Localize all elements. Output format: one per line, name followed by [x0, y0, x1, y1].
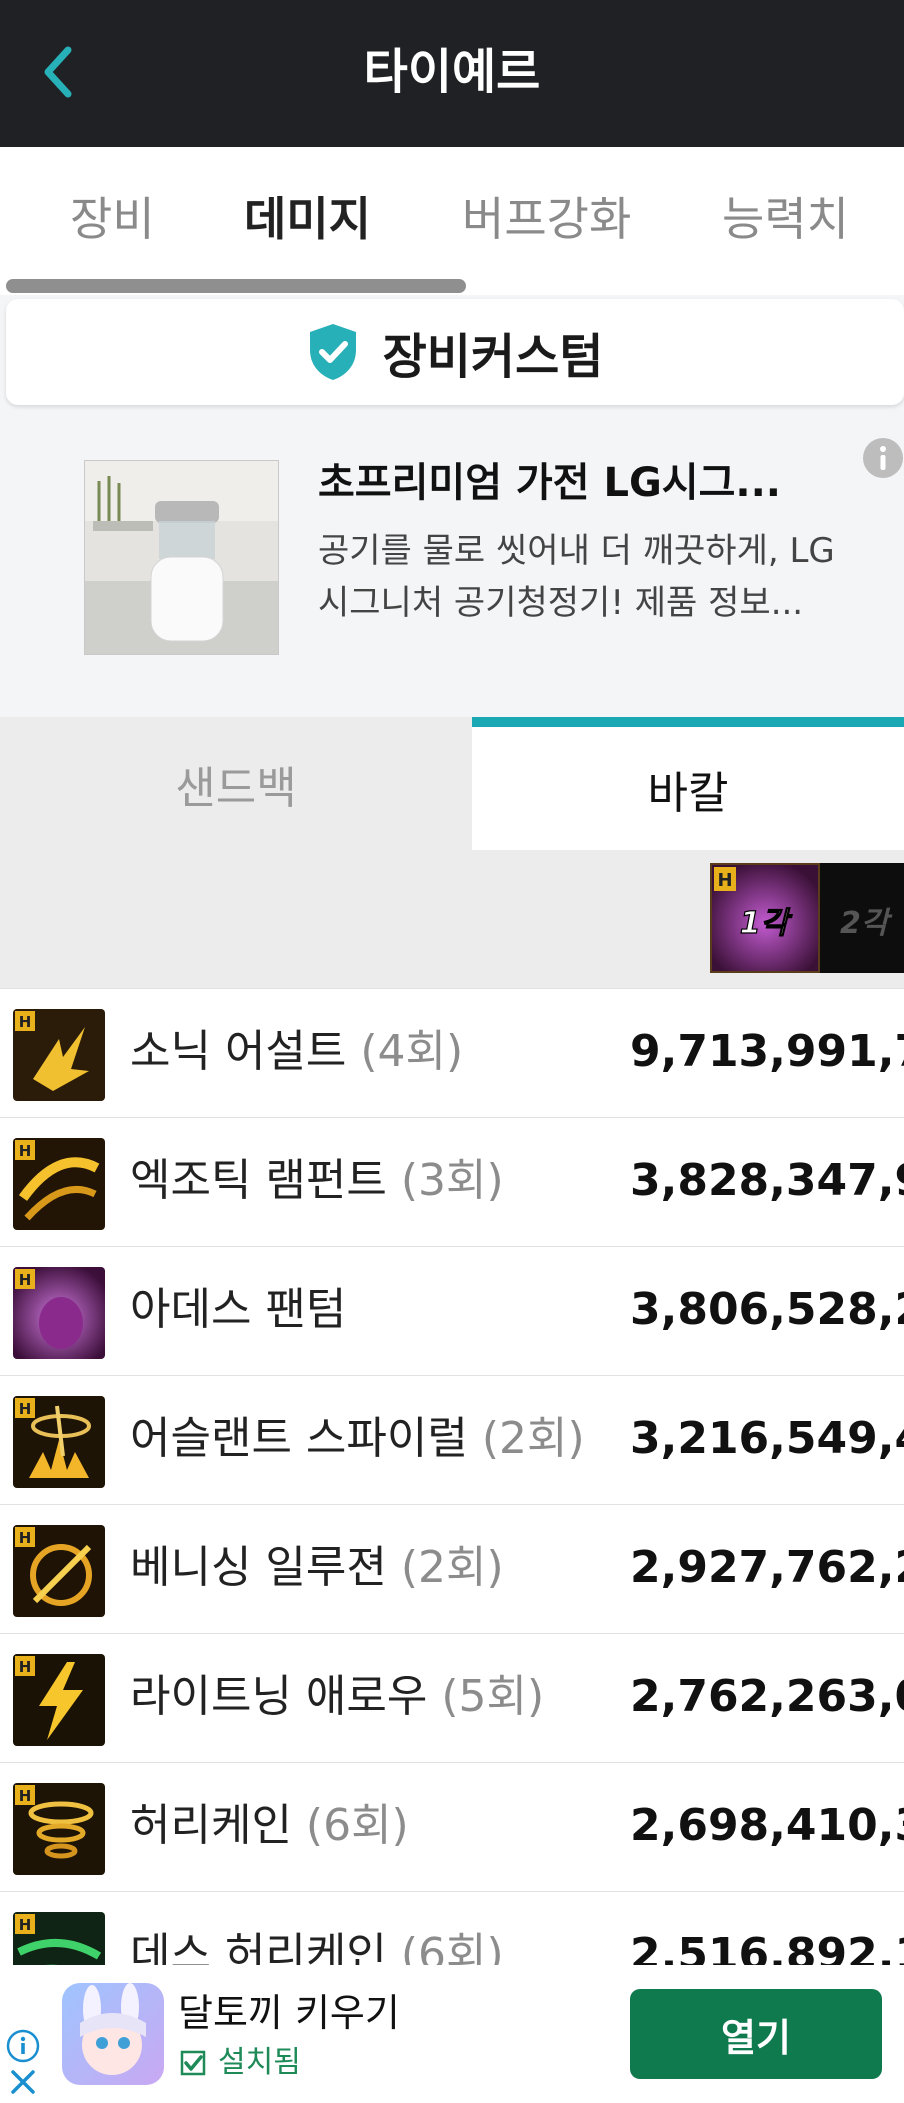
skill-hit-count: (6회) [305, 1800, 409, 1851]
svg-text:H: H [717, 870, 732, 891]
banner-app-name[interactable]: 달토끼 키우기 [178, 1987, 400, 2039]
ad-title[interactable]: 초프리미엄 가전 LG시그... [318, 455, 838, 511]
skill-name: 엑조틱 램펀트 (3회) [130, 1148, 504, 1214]
skill-hit-count: (2회) [400, 1542, 504, 1593]
table-row[interactable]: H 라이트닝 애로우 (5회) 2,762,263,005 [0, 1633, 904, 1762]
skill-damage: 3,828,347,937 [630, 1155, 904, 1206]
main-tabs: 장비 데미지 버프강화 능력치 [0, 147, 904, 295]
skill-name-text: 허리케인 [130, 1800, 292, 1851]
skill-damage-list: H 소닉 어설트 (4회) 9,713,991,700 H 엑조틱 램펀트 (3… [0, 988, 904, 2020]
svg-text:H: H [19, 1916, 32, 1934]
custom-section: 장비커스텀 [0, 295, 904, 425]
awakening-1-icon: H 1각 [710, 863, 820, 973]
table-row[interactable]: H 엑조틱 램펀트 (3회) 3,828,347,937 [0, 1117, 904, 1246]
target-selector: 샌드백 바칼 [0, 717, 904, 850]
svg-text:H: H [19, 1658, 32, 1676]
skill-name-text: 소닉 어설트 [130, 1026, 347, 1077]
custom-label: 장비커스텀 [382, 329, 604, 385]
skill-name-text: 라이트닝 애로우 [130, 1671, 428, 1722]
custom-inner: 장비커스텀 [6, 299, 904, 405]
close-icon[interactable] [8, 2067, 38, 2097]
awakening-2-icon: 2각 [820, 863, 904, 973]
vanishing-illusion-icon: H [13, 1525, 105, 1617]
skill-damage: 3,806,528,268 [630, 1284, 904, 1335]
svg-text:H: H [19, 1787, 32, 1805]
skill-name-text: 엑조틱 램펀트 [130, 1155, 387, 1206]
svg-text:H: H [19, 1529, 32, 1547]
skill-name: 라이트닝 애로우 (5회) [130, 1664, 544, 1730]
svg-text:H: H [19, 1013, 32, 1031]
skill-name: 소닉 어설트 (4회) [130, 1019, 463, 1085]
top-app-bar: 타이예르 [0, 0, 904, 147]
tab-stats[interactable]: 능력치 [722, 187, 849, 251]
table-row[interactable]: H 소닉 어설트 (4회) 9,713,991,700 [0, 988, 904, 1117]
ad-info-icon[interactable] [6, 2029, 40, 2063]
skill-damage: 2,698,410,354 [630, 1800, 904, 1851]
app-icon[interactable] [62, 1983, 164, 2085]
aslant-spiral-icon: H [13, 1396, 105, 1488]
install-banner-ad[interactable]: 달토끼 키우기 설치됨 열기 [0, 1965, 904, 2103]
skill-name: 어슬랜트 스파이럴 (2회) [130, 1406, 585, 1472]
table-row[interactable]: H 어슬랜트 스파이럴 (2회) 3,216,549,406 [0, 1375, 904, 1504]
segment-sandbag[interactable]: 샌드백 [0, 717, 472, 850]
skill-name: 허리케인 (6회) [130, 1793, 409, 1859]
ad-banner[interactable]: 초프리미엄 가전 LG시그... 공기를 물로 씻어내 더 깨끗하게, LG시그… [0, 425, 904, 717]
skill-damage: 2,927,762,294 [630, 1542, 904, 1593]
air-purifier-image [85, 461, 278, 654]
sonic-assault-icon: H [13, 1009, 105, 1101]
svg-text:2각: 2각 [840, 906, 893, 941]
tab-buff[interactable]: 버프강화 [462, 187, 631, 251]
shield-check-icon [309, 324, 356, 380]
ad-product-image[interactable] [84, 460, 279, 655]
skill-name: 아데스 팬텀 [130, 1277, 346, 1343]
app-root: 타이예르 장비 데미지 버프강화 능력치 장비커스텀 초프리미엄 가전 LG시그… [0, 0, 904, 2103]
page-title: 타이예르 [363, 44, 541, 100]
ades-phantom-icon: H [13, 1267, 105, 1359]
install-status-text: 설치됨 [218, 2045, 301, 2080]
table-row[interactable]: H 아데스 팬텀 3,806,528,268 [0, 1246, 904, 1375]
segment-bakal[interactable]: 바칼 [472, 717, 904, 850]
tab-scroll-indicator [6, 279, 466, 293]
skill-header: H 1각 2각 [0, 850, 904, 988]
svg-text:H: H [19, 1400, 32, 1418]
lightning-arrow-icon: H [13, 1654, 105, 1746]
skill-hit-count: (4회) [360, 1026, 464, 1077]
tab-equipment[interactable]: 장비 [70, 187, 155, 251]
skill-name-text: 어슬랜트 스파이럴 [130, 1413, 468, 1464]
table-row[interactable]: H 베니싱 일루젼 (2회) 2,927,762,294 [0, 1504, 904, 1633]
svg-text:1각: 1각 [740, 906, 793, 941]
hurricane-icon: H [13, 1783, 105, 1875]
skill-damage: 9,713,991,700 [630, 1026, 904, 1077]
table-row[interactable]: H 허리케인 (6회) 2,698,410,354 [0, 1762, 904, 1891]
svg-text:H: H [19, 1271, 32, 1289]
skill-hit-count: (2회) [481, 1413, 585, 1464]
skill-hit-count: (3회) [400, 1155, 504, 1206]
svg-text:H: H [19, 1142, 32, 1160]
skill-hit-count: (5회) [441, 1671, 545, 1722]
installed-check-icon [180, 2050, 206, 2076]
ad-info-icon[interactable] [862, 437, 904, 479]
skill-damage: 3,216,549,406 [630, 1413, 904, 1464]
equipment-custom-button[interactable]: 장비커스텀 [6, 299, 904, 405]
tab-damage[interactable]: 데미지 [244, 187, 371, 251]
skill-name-text: 아데스 팬텀 [130, 1284, 347, 1335]
ad-description[interactable]: 공기를 물로 씻어내 더 깨끗하게, LG시그니처 공기청정기! 제품 정보..… [318, 525, 858, 629]
install-status: 설치됨 [178, 2041, 301, 2085]
skill-name-text: 베니싱 일루젼 [130, 1542, 387, 1593]
skill-damage: 2,762,263,005 [630, 1671, 904, 1722]
skill-name: 베니싱 일루젼 (2회) [130, 1535, 504, 1601]
exotic-rampant-icon: H [13, 1138, 105, 1230]
open-button[interactable]: 열기 [630, 1989, 882, 2079]
awakening-icons: H 1각 2각 [710, 863, 904, 973]
